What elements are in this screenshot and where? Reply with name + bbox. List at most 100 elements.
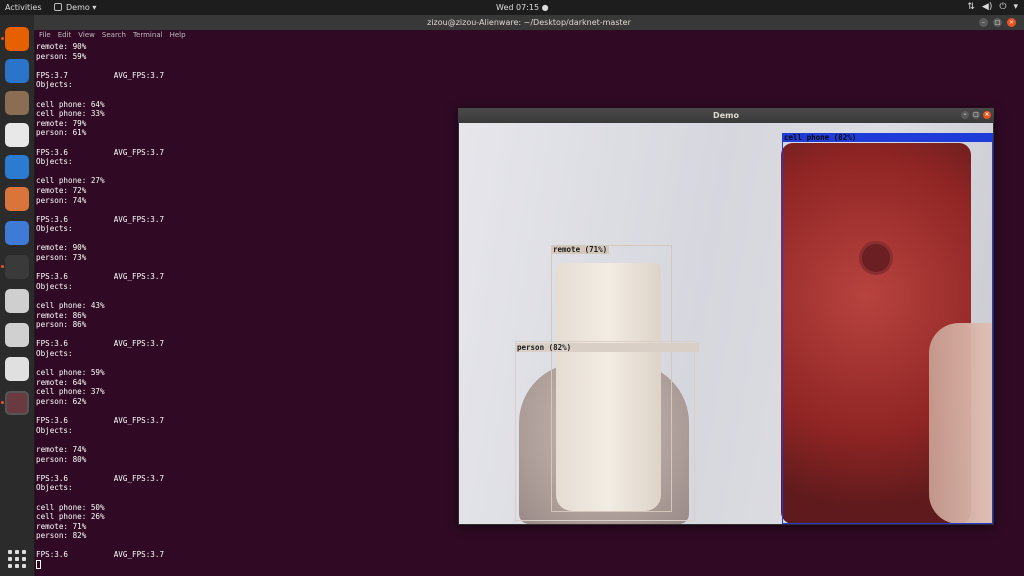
terminal-line: Objects:: [36, 224, 73, 234]
demo-window[interactable]: Demo – □ × cell phone (82%) remote (71%) p…: [458, 108, 994, 525]
terminal-line: cell phone: 37%: [36, 387, 105, 397]
close-button[interactable]: ×: [983, 111, 991, 119]
terminal-menubar: File Edit View Search Terminal Help: [34, 30, 1024, 41]
terminal-line: person: 74%: [36, 195, 87, 205]
terminal-cursor: [36, 560, 41, 570]
terminal-line: remote: 79%: [36, 118, 87, 128]
terminal-line: Objects:: [36, 157, 73, 167]
software-icon[interactable]: [5, 187, 29, 211]
camera-icon[interactable]: [5, 323, 29, 347]
terminal-line: remote: 74%: [36, 444, 87, 454]
dock: [0, 15, 35, 576]
terminal-title: zizou@zizou-Alienware: ~/Desktop/darknet…: [427, 18, 631, 27]
terminal-line: person: 82%: [36, 531, 87, 541]
terminal-line: cell phone: 50%: [36, 502, 105, 512]
terminal-line: cell phone: 59%: [36, 368, 105, 378]
rhythmbox-icon[interactable]: [5, 123, 29, 147]
terminal-line: cell phone: 26%: [36, 512, 105, 522]
terminal-icon[interactable]: [5, 255, 29, 279]
app-menu-label: Demo: [66, 3, 90, 12]
terminal-line: remote: 64%: [36, 377, 87, 387]
running-indicator: [1, 37, 4, 40]
demo-title: Demo: [713, 111, 739, 120]
menu-item-file[interactable]: File: [39, 30, 51, 41]
terminal-cursor-line: [36, 560, 456, 570]
thunderbird-icon[interactable]: [5, 59, 29, 83]
top-bar: Activities Demo ▾ Wed 07:15 ● ⇅ ◀) ⏻ ▾: [0, 0, 1024, 15]
running-indicator: [1, 401, 4, 404]
terminal-line: cell phone: 43%: [36, 301, 105, 311]
help-icon[interactable]: [5, 221, 29, 245]
files-icon[interactable]: [5, 91, 29, 115]
close-button[interactable]: ×: [1007, 18, 1016, 27]
clock[interactable]: Wed 07:15 ●: [496, 3, 549, 12]
text-editor-icon[interactable]: [5, 289, 29, 313]
terminal-line: FPS:3.6 AVG_FPS:3.7: [36, 214, 165, 224]
activities-button[interactable]: Activities: [5, 3, 42, 12]
terminal-line: person: 80%: [36, 454, 87, 464]
detection-box: [515, 341, 695, 521]
demo-titlebar[interactable]: Demo – □ ×: [458, 108, 994, 123]
terminal-line: person: 73%: [36, 253, 87, 263]
terminal-line: cell phone: 33%: [36, 109, 105, 119]
power-icon: ⏻: [999, 2, 1007, 12]
terminal-line: person: 86%: [36, 320, 87, 330]
terminal-line: person: 59%: [36, 51, 87, 61]
demo-window-icon[interactable]: [5, 391, 29, 415]
system-tray[interactable]: ⇅ ◀) ⏻ ▾: [967, 2, 1018, 12]
running-indicator: [1, 265, 4, 268]
firefox-icon[interactable]: [5, 27, 29, 51]
video-frame: cell phone (82%) remote (71%) person (82%): [459, 123, 993, 524]
terminal-line: Objects:: [36, 281, 73, 291]
updater-icon[interactable]: [5, 357, 29, 381]
terminal-line: person: 61%: [36, 128, 87, 138]
writer-icon[interactable]: [5, 155, 29, 179]
chevron-down-icon: ▾: [1013, 2, 1018, 12]
terminal-line: remote: 86%: [36, 310, 87, 320]
minimize-button[interactable]: –: [979, 18, 988, 27]
menu-item-edit[interactable]: Edit: [58, 30, 72, 41]
terminal-line: cell phone: 64%: [36, 99, 105, 109]
menu-item-help[interactable]: Help: [170, 30, 186, 41]
terminal-line: cell phone: 27%: [36, 176, 105, 186]
menu-item-terminal[interactable]: Terminal: [133, 30, 163, 41]
volume-icon: ◀): [981, 2, 993, 12]
app-menu-button[interactable]: Demo ▾: [66, 3, 96, 12]
minimize-button[interactable]: –: [961, 111, 969, 119]
terminal-line: FPS:3.6 AVG_FPS:3.7: [36, 473, 165, 483]
maximize-button[interactable]: □: [972, 111, 980, 119]
terminal-output[interactable]: remote: 90% person: 59% FPS:3.7 AVG_FPS:3.…: [36, 42, 456, 576]
menu-item-view[interactable]: View: [78, 30, 95, 41]
menu-item-search[interactable]: Search: [102, 30, 126, 41]
terminal-line: remote: 90%: [36, 42, 87, 51]
detection-label: remote (71%): [551, 245, 610, 254]
detection-label: person (82%): [515, 343, 699, 352]
terminal-line: remote: 90%: [36, 243, 87, 253]
terminal-line: Objects:: [36, 349, 73, 358]
network-icon: ⇅: [967, 2, 975, 12]
app-menu-icon: [54, 3, 62, 11]
terminal-line: FPS:3.6 AVG_FPS:3.7: [36, 550, 165, 560]
terminal-titlebar[interactable]: zizou@zizou-Alienware: ~/Desktop/darknet…: [34, 15, 1024, 30]
terminal-line: Objects:: [36, 425, 73, 435]
detection-box: [782, 133, 993, 524]
maximize-button[interactable]: □: [993, 18, 1002, 27]
terminal-line: Objects:: [36, 80, 73, 90]
terminal-line: FPS:3.6 AVG_FPS:3.7: [36, 147, 165, 157]
show-applications-icon[interactable]: [8, 550, 26, 568]
terminal-line: Objects:: [36, 483, 73, 493]
